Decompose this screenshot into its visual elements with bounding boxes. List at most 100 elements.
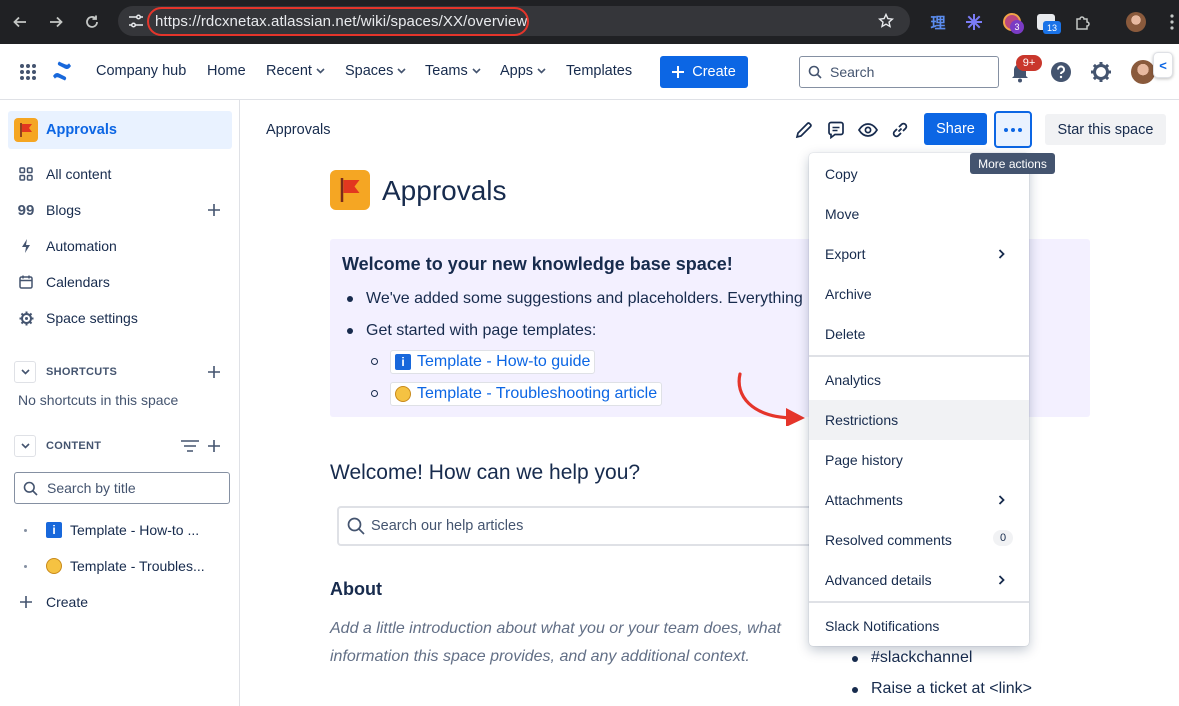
menu-item-archive[interactable]: Archive bbox=[809, 274, 1029, 314]
star-space-button[interactable]: Star this space bbox=[1045, 114, 1166, 145]
template-link-troubleshooting[interactable]: Template - Troubleshooting article bbox=[390, 382, 663, 406]
sidebar-item-label: Automation bbox=[46, 238, 117, 254]
chevron-down-icon bbox=[397, 68, 406, 74]
gear-icon bbox=[18, 310, 34, 326]
template-link-how-to[interactable]: i Template - How-to guide bbox=[390, 350, 596, 374]
sidebar-space-header[interactable]: Approvals bbox=[8, 111, 232, 149]
menu-divider bbox=[809, 601, 1029, 603]
extension-snowflake-icon[interactable] bbox=[962, 10, 986, 34]
extension-avatar-icon[interactable]: 3 bbox=[1000, 10, 1024, 34]
menu-item-delete[interactable]: Delete bbox=[809, 314, 1029, 354]
shortcuts-section-header[interactable]: SHORTCUTS bbox=[14, 361, 117, 383]
bullet bbox=[347, 296, 353, 302]
nav-label: Spaces bbox=[345, 63, 394, 79]
content-section-header[interactable]: CONTENT bbox=[14, 435, 101, 457]
search-input[interactable]: Search bbox=[799, 56, 999, 88]
menu-item-analytics[interactable]: Analytics bbox=[809, 360, 1029, 400]
sub-bullet bbox=[371, 358, 378, 365]
chevron-down-icon bbox=[472, 68, 481, 74]
notifications-button[interactable]: 9+ bbox=[1010, 55, 1042, 83]
menu-item-slack-notifications[interactable]: Slack Notifications bbox=[809, 606, 1029, 646]
notification-badge: 9+ bbox=[1016, 55, 1042, 71]
nav-home[interactable]: Home bbox=[207, 63, 246, 79]
create-button[interactable]: Create bbox=[660, 56, 748, 88]
tree-item-label: Template - Troubles... bbox=[70, 558, 205, 574]
panel-heading: Welcome to your new knowledge base space… bbox=[342, 254, 733, 274]
search-by-title-input[interactable]: Search by title bbox=[14, 472, 230, 504]
create-label: Create bbox=[692, 64, 736, 80]
share-button[interactable]: Share bbox=[924, 113, 987, 145]
sidebar-item-label: Calendars bbox=[46, 274, 110, 290]
app-header: Company hub Home Recent Spaces Teams App… bbox=[0, 44, 1179, 100]
nav-label: Company hub bbox=[96, 63, 187, 79]
nav-apps[interactable]: Apps bbox=[500, 63, 546, 79]
sidebar-item-blogs[interactable]: 99 Blogs bbox=[8, 192, 232, 228]
tree-item-troubleshooting[interactable]: Template - Troubles... bbox=[8, 548, 232, 584]
watch-eye-icon[interactable] bbox=[858, 120, 878, 140]
lightning-icon bbox=[18, 238, 34, 254]
tree-bullet bbox=[24, 565, 27, 568]
right-bullet-text: Raise a ticket at <link> bbox=[871, 680, 1032, 697]
nav-company-hub[interactable]: Company hub bbox=[96, 63, 186, 79]
help-heading: Welcome! How can we help you? bbox=[330, 461, 641, 484]
menu-item-attachments[interactable]: Attachments bbox=[809, 480, 1029, 520]
help-search-input[interactable]: Search our help articles bbox=[337, 506, 857, 546]
copy-link-icon[interactable] bbox=[890, 120, 910, 140]
calendar-icon bbox=[18, 274, 34, 290]
bookmark-star-icon[interactable] bbox=[878, 13, 894, 29]
chevron-down-icon[interactable] bbox=[14, 435, 36, 457]
reload-button[interactable] bbox=[80, 10, 104, 34]
plus-icon bbox=[672, 66, 685, 78]
chevron-right-icon bbox=[998, 495, 1005, 505]
menu-item-advanced-details[interactable]: Advanced details bbox=[809, 560, 1029, 600]
menu-item-resolved-comments[interactable]: Resolved comments 0 bbox=[809, 520, 1029, 560]
app-switcher-icon[interactable] bbox=[19, 63, 37, 81]
menu-item-label: Archive bbox=[825, 286, 872, 302]
add-content-plus-icon[interactable] bbox=[206, 438, 222, 454]
chevron-down-icon[interactable] bbox=[14, 361, 36, 383]
chevron-down-icon bbox=[537, 68, 546, 74]
about-text: Add a little introduction about what you… bbox=[330, 620, 781, 637]
add-shortcut-plus-icon[interactable] bbox=[206, 364, 222, 380]
tree-item-how-to[interactable]: i Template - How-to ... bbox=[8, 512, 232, 548]
sidebar-item-label: All content bbox=[46, 166, 112, 182]
sidebar-collapse-toggle[interactable]: < bbox=[1153, 52, 1173, 78]
extension-calendar-icon[interactable]: 13 bbox=[1034, 10, 1061, 34]
sidebar-create-button[interactable]: Create bbox=[8, 584, 232, 620]
sidebar-item-space-settings[interactable]: Space settings bbox=[8, 300, 232, 336]
breadcrumb[interactable]: Approvals bbox=[266, 122, 330, 138]
profile-avatar[interactable] bbox=[1124, 10, 1148, 34]
menu-item-export[interactable]: Export bbox=[809, 234, 1029, 274]
more-actions-button[interactable] bbox=[994, 111, 1032, 148]
nav-recent[interactable]: Recent bbox=[266, 63, 325, 79]
menu-item-move[interactable]: Move bbox=[809, 194, 1029, 234]
comment-icon[interactable] bbox=[826, 120, 846, 140]
extension-translate-icon[interactable]: 理 bbox=[926, 10, 950, 34]
nav-spaces[interactable]: Spaces bbox=[345, 63, 406, 79]
confluence-logo-icon[interactable] bbox=[52, 61, 72, 81]
menu-item-restrictions[interactable]: Restrictions bbox=[809, 400, 1029, 440]
menu-item-label: Advanced details bbox=[825, 572, 932, 588]
add-blog-plus-icon[interactable] bbox=[206, 202, 222, 218]
sidebar-item-all-content[interactable]: All content bbox=[8, 156, 232, 192]
forward-button[interactable] bbox=[44, 10, 68, 34]
create-label: Create bbox=[46, 594, 89, 610]
user-avatar[interactable] bbox=[1131, 60, 1155, 84]
plus-icon bbox=[18, 594, 34, 610]
menu-item-page-history[interactable]: Page history bbox=[809, 440, 1029, 480]
nav-teams[interactable]: Teams bbox=[425, 63, 481, 79]
panel-bullet-text: We've added some suggestions and placeho… bbox=[366, 290, 803, 307]
nav-templates[interactable]: Templates bbox=[566, 63, 632, 79]
sidebar-item-automation[interactable]: Automation bbox=[8, 228, 232, 264]
help-icon[interactable] bbox=[1050, 61, 1072, 83]
back-button[interactable] bbox=[8, 10, 32, 34]
settings-gear-icon[interactable] bbox=[1090, 61, 1112, 83]
site-settings-icon[interactable] bbox=[128, 14, 144, 28]
browser-menu-icon[interactable] bbox=[1160, 10, 1179, 34]
quote-icon: 99 bbox=[17, 201, 35, 219]
filter-icon[interactable] bbox=[180, 439, 200, 453]
edit-pencil-icon[interactable] bbox=[794, 120, 814, 140]
extension-badge: 13 bbox=[1043, 21, 1061, 34]
extensions-puzzle-icon[interactable] bbox=[1071, 10, 1095, 34]
sidebar-item-calendars[interactable]: Calendars bbox=[8, 264, 232, 300]
